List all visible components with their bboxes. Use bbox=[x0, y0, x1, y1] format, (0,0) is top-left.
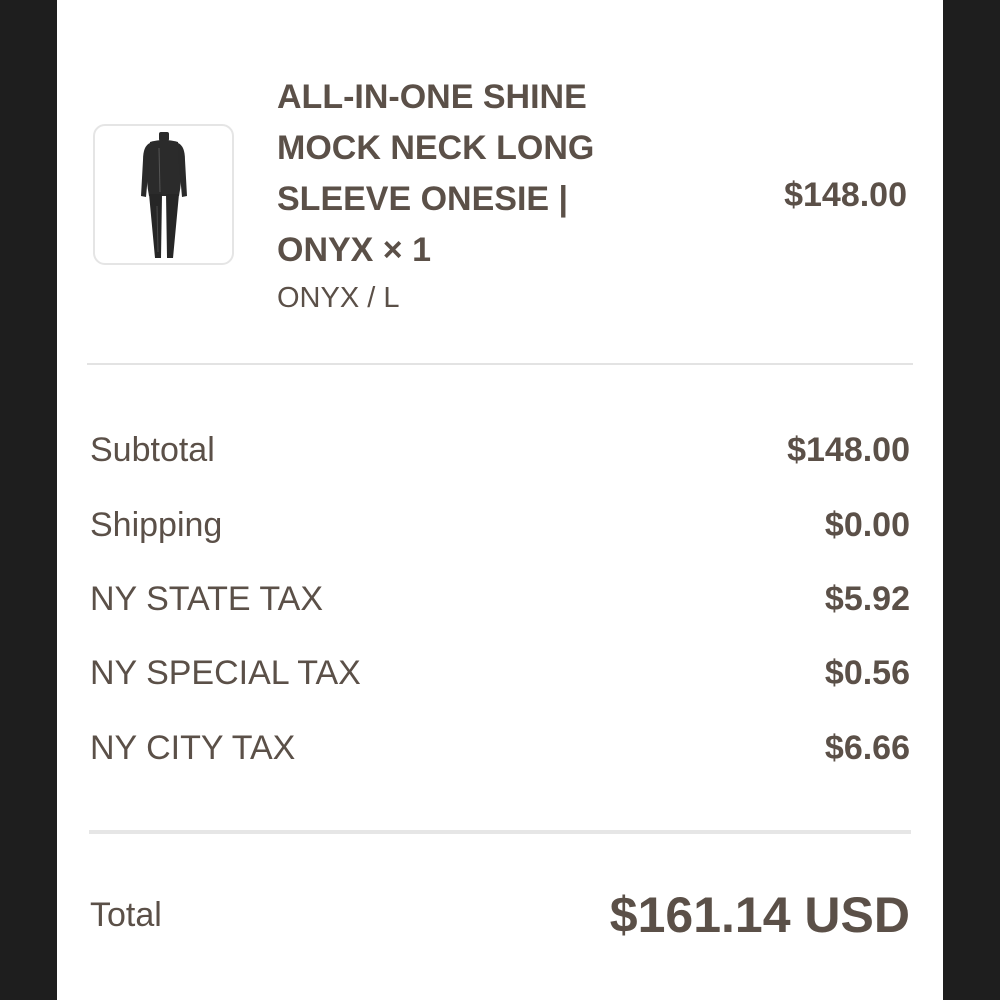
ny-state-tax-row: NY STATE TAX $5.92 bbox=[90, 579, 910, 619]
ny-special-tax-value: $0.56 bbox=[824, 653, 910, 692]
ny-city-tax-row: NY CITY TAX $6.66 bbox=[90, 728, 910, 768]
product-variant: ONYX / L bbox=[277, 282, 400, 314]
ny-city-tax-value: $6.66 bbox=[824, 728, 910, 767]
ny-city-tax-label: NY CITY TAX bbox=[90, 728, 296, 767]
total-value: $161.14 USD bbox=[609, 887, 910, 943]
product-price: $148.00 bbox=[784, 176, 907, 214]
subtotal-row: Subtotal $148.00 bbox=[90, 430, 910, 470]
product-title: ALL-IN-ONE SHINE MOCK NECK LONG SLEEVE O… bbox=[277, 78, 595, 269]
shipping-value: $0.00 bbox=[824, 505, 910, 544]
ny-special-tax-label: NY SPECIAL TAX bbox=[90, 653, 361, 692]
onesie-image bbox=[141, 132, 187, 258]
order-summary-card: ALL-IN-ONE SHINE MOCK NECK LONG SLEEVE O… bbox=[57, 0, 943, 1000]
product-thumbnail[interactable] bbox=[93, 124, 234, 265]
ny-state-tax-value: $5.92 bbox=[824, 579, 910, 618]
divider bbox=[87, 363, 913, 365]
shipping-row: Shipping $0.00 bbox=[90, 505, 910, 545]
divider bbox=[89, 830, 911, 834]
total-label: Total bbox=[90, 895, 162, 934]
ny-special-tax-row: NY SPECIAL TAX $0.56 bbox=[90, 653, 910, 693]
shipping-label: Shipping bbox=[90, 505, 223, 544]
ny-state-tax-label: NY STATE TAX bbox=[90, 579, 324, 618]
subtotal-value: $148.00 bbox=[787, 430, 910, 469]
total-row: Total $161.14 USD bbox=[90, 880, 910, 950]
subtotal-label: Subtotal bbox=[90, 430, 215, 469]
